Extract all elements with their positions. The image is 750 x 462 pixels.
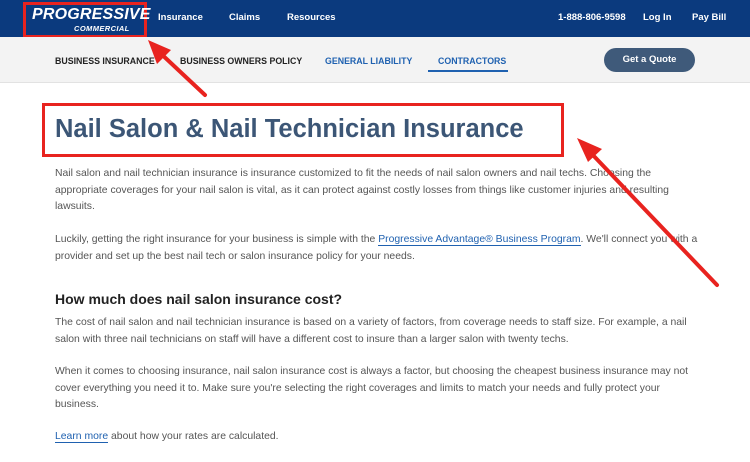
intro-paragraph: Nail salon and nail technician insurance… [55, 168, 669, 213]
learn-more-text: about how your rates are calculated. [108, 431, 279, 442]
page: PROGRESSIVE COMMERCIAL Insurance Claims … [0, 0, 750, 462]
advantage-paragraph: Luckily, getting the right insurance for… [55, 232, 700, 265]
advantage-text-before: Luckily, getting the right insurance for… [55, 234, 379, 245]
learn-more-paragraph: Learn more about how your rates are calc… [55, 429, 700, 446]
subnav-general-liability[interactable]: GENERAL LIABILITY [325, 56, 412, 66]
subnav-contractors[interactable]: CONTRACTORS [438, 56, 506, 66]
phone-link[interactable]: 1-888-806-9598 [558, 12, 626, 23]
subnav-business-insurance[interactable]: BUSINESS INSURANCE [55, 56, 155, 66]
get-a-quote-button[interactable]: Get a Quote [604, 48, 695, 72]
login-link[interactable]: Log In [643, 12, 672, 23]
logo[interactable]: PROGRESSIVE [32, 6, 151, 24]
choosing-paragraph: When it comes to choosing insurance, nai… [55, 366, 689, 411]
title-arrow-head [577, 138, 602, 162]
nav-resources[interactable]: Resources [287, 12, 336, 23]
cost-paragraph: The cost of nail salon and nail technici… [55, 317, 687, 345]
page-title: Nail Salon & Nail Technician Insurance [55, 115, 524, 143]
logo-highlight-box: PROGRESSIVE COMMERCIAL [23, 2, 150, 38]
nav-insurance[interactable]: Insurance [158, 12, 203, 23]
cost-heading: How much does nail salon insurance cost? [55, 291, 343, 307]
logo-subtitle: COMMERCIAL [74, 24, 130, 33]
learn-more-link[interactable]: Learn more [55, 431, 109, 443]
subnav-business-owners-policy[interactable]: BUSINESS OWNERS POLICY [180, 56, 302, 66]
top-bar: PROGRESSIVE COMMERCIAL Insurance Claims … [0, 0, 750, 38]
pay-bill-link[interactable]: Pay Bill [692, 12, 726, 23]
active-tab-underline [428, 70, 508, 72]
advantage-program-link[interactable]: Progressive Advantage® Business Program [378, 234, 581, 246]
nav-claims[interactable]: Claims [229, 12, 260, 23]
sub-navigation: BUSINESS INSURANCE BUSINESS OWNERS POLIC… [0, 37, 750, 83]
